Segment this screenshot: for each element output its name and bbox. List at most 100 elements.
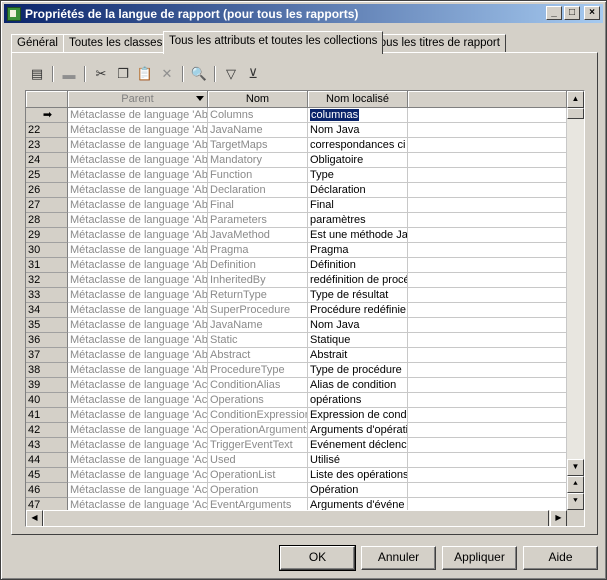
cell-name: Operation xyxy=(208,483,308,498)
scroll-left-icon[interactable]: ◀ xyxy=(26,510,43,526)
delete-icon[interactable]: ✕ xyxy=(156,63,178,85)
scroll-down-icon[interactable]: ▼ xyxy=(567,459,584,476)
table-row[interactable]: 37 Métaclasse de language 'Ab Abstract Abst… xyxy=(26,348,567,363)
cell-localized-name[interactable]: Opération xyxy=(308,483,408,498)
table-row[interactable]: 40 Métaclasse de language 'Ac Operations op… xyxy=(26,393,567,408)
table-row[interactable]: 34 Métaclasse de language 'Ab SuperProcedu… xyxy=(26,303,567,318)
cell-name: OperationList xyxy=(208,468,308,483)
cell-localized-name[interactable]: Définition xyxy=(308,258,408,273)
add-row-icon[interactable]: ▬ xyxy=(58,63,80,85)
horizontal-scroll-thumb[interactable] xyxy=(43,510,549,526)
properties-icon[interactable]: ▤ xyxy=(26,63,48,85)
cell-localized-name[interactable]: Final xyxy=(308,198,408,213)
scroll-page-up-icon[interactable]: ⯅ xyxy=(567,476,584,493)
cell-parent: Métaclasse de language 'Ab xyxy=(68,333,208,348)
table-row[interactable]: 43 Métaclasse de language 'Ac TriggerEvent… xyxy=(26,438,567,453)
cell-localized-name[interactable]: redéfinition de procé xyxy=(308,273,408,288)
cell-localized-name[interactable]: Nom Java xyxy=(308,318,408,333)
table-row[interactable]: 41 Métaclasse de language 'Ac ConditionExp… xyxy=(26,408,567,423)
copy-icon[interactable]: ❐ xyxy=(112,63,134,85)
cut-icon[interactable]: ✂ xyxy=(90,63,112,85)
table-row[interactable]: 35 Métaclasse de language 'Ab JavaName Nom … xyxy=(26,318,567,333)
table-row[interactable]: 32 Métaclasse de language 'Ab InheritedBy r… xyxy=(26,273,567,288)
column-header-parent[interactable]: Parent xyxy=(68,91,208,108)
cell-localized-name[interactable]: Statique xyxy=(308,333,408,348)
vertical-scrollbar[interactable]: ▲ ▼ ⯅ ⯆ xyxy=(567,91,584,510)
cell-parent: Métaclasse de language 'Ab xyxy=(68,138,208,153)
cell-localized-name[interactable]: Déclaration xyxy=(308,183,408,198)
cell-localized-name[interactable]: Obligatoire xyxy=(308,153,408,168)
cell-localized-name[interactable]: Evénement déclenc xyxy=(308,438,408,453)
ok-button[interactable]: OK xyxy=(279,545,356,571)
table-row[interactable]: 38 Métaclasse de language 'Ab ProcedureTyp… xyxy=(26,363,567,378)
tab-all-report-titles[interactable]: Tous les titres de rapport xyxy=(368,34,506,53)
table-row[interactable]: 33 Métaclasse de language 'Ab ReturnType Ty… xyxy=(26,288,567,303)
column-header-name[interactable]: Nom xyxy=(208,91,308,108)
paste-icon[interactable]: 📋 xyxy=(134,63,156,85)
minimize-button[interactable]: _ xyxy=(546,6,562,20)
column-header-localized-name[interactable]: Nom localisé xyxy=(308,91,408,108)
cancel-button[interactable]: Annuler xyxy=(361,546,436,570)
cell-parent: Métaclasse de language 'Ab xyxy=(68,198,208,213)
cell-name: JavaName xyxy=(208,123,308,138)
find-icon[interactable]: 🔍 xyxy=(188,63,210,85)
table-row[interactable]: ➡ Métaclasse de language 'Ab Columns column… xyxy=(26,108,567,123)
selected-cell-text[interactable]: columnas xyxy=(310,109,360,121)
cell-localized-name[interactable]: Expression de condi xyxy=(308,408,408,423)
cell-localized-name[interactable]: Type xyxy=(308,168,408,183)
table-row[interactable]: 42 Métaclasse de language 'Ac OperationArg… xyxy=(26,423,567,438)
cell-localized-name[interactable]: opérations xyxy=(308,393,408,408)
table-row[interactable]: 36 Métaclasse de language 'Ab Static Statiq… xyxy=(26,333,567,348)
table-row[interactable]: 27 Métaclasse de language 'Ab Final Final xyxy=(26,198,567,213)
scroll-page-down-icon[interactable]: ⯆ xyxy=(567,493,584,510)
clear-filter-icon[interactable]: ⊻ xyxy=(242,63,264,85)
table-row[interactable]: 26 Métaclasse de language 'Ab Declaration D… xyxy=(26,183,567,198)
cell-localized-name[interactable]: correspondances ci xyxy=(308,138,408,153)
scroll-up-icon[interactable]: ▲ xyxy=(567,91,584,108)
attributes-grid[interactable]: Parent Nom Nom localisé ➡ Métaclasse de l… xyxy=(25,90,585,527)
close-button[interactable]: × xyxy=(584,6,600,20)
scroll-right-icon[interactable]: ▶ xyxy=(550,510,567,526)
cell-localized-name[interactable]: Liste des opérations xyxy=(308,468,408,483)
table-row[interactable]: 24 Métaclasse de language 'Ab Mandatory Obl… xyxy=(26,153,567,168)
tab-all-attributes-collections[interactable]: Tous les attributs et toutes les collect… xyxy=(163,31,384,54)
table-row[interactable]: 31 Métaclasse de language 'Ab Definition Dé… xyxy=(26,258,567,273)
vertical-scroll-thumb[interactable] xyxy=(567,108,584,119)
cell-localized-name[interactable]: paramètres xyxy=(308,213,408,228)
help-button[interactable]: Aide xyxy=(523,546,598,570)
cell-localized-name[interactable]: columnas xyxy=(308,108,408,123)
cell-localized-name[interactable]: Alias de condition xyxy=(308,378,408,393)
cell-localized-name[interactable]: Type de procédure xyxy=(308,363,408,378)
table-row[interactable]: 30 Métaclasse de language 'Ab Pragma Pragma xyxy=(26,243,567,258)
cell-empty xyxy=(408,168,567,183)
table-row[interactable]: 45 Métaclasse de language 'Ac OperationLis… xyxy=(26,468,567,483)
cell-localized-name[interactable]: Pragma xyxy=(308,243,408,258)
cell-localized-name[interactable]: Nom Java xyxy=(308,123,408,138)
title-bar[interactable]: Propriétés de la langue de rapport (pour… xyxy=(4,4,603,23)
tab-general[interactable]: Général xyxy=(11,34,64,53)
cell-localized-name[interactable]: Est une méthode Ja xyxy=(308,228,408,243)
table-row[interactable]: 46 Métaclasse de language 'Ac Operation Opé… xyxy=(26,483,567,498)
maximize-button[interactable]: □ xyxy=(564,6,580,20)
table-row[interactable]: 29 Métaclasse de language 'Ab JavaMethod Es… xyxy=(26,228,567,243)
apply-button[interactable]: Appliquer xyxy=(442,546,517,570)
cell-empty xyxy=(408,438,567,453)
horizontal-scrollbar[interactable]: ◀ ▶ xyxy=(26,510,567,526)
table-row[interactable]: 39 Métaclasse de language 'Ac ConditionAli… xyxy=(26,378,567,393)
row-number: 46 xyxy=(26,483,68,498)
filter-icon[interactable]: ▽ xyxy=(220,63,242,85)
table-row[interactable]: 22 Métaclasse de language 'Ab JavaName Nom … xyxy=(26,123,567,138)
tab-all-classes[interactable]: Toutes les classes xyxy=(63,34,169,53)
cell-localized-name[interactable]: Type de résultat xyxy=(308,288,408,303)
table-row[interactable]: 28 Métaclasse de language 'Ab Parameters pa… xyxy=(26,213,567,228)
table-row[interactable]: 25 Métaclasse de language 'Ab Function Type xyxy=(26,168,567,183)
table-row[interactable]: 23 Métaclasse de language 'Ab TargetMaps co… xyxy=(26,138,567,153)
current-row-arrow-icon: ➡ xyxy=(26,108,68,123)
cell-empty xyxy=(408,183,567,198)
table-row[interactable]: 44 Métaclasse de language 'Ac Used Utilisé xyxy=(26,453,567,468)
cell-localized-name[interactable]: Procédure redéfinie xyxy=(308,303,408,318)
sort-dropdown-icon[interactable] xyxy=(196,96,204,101)
cell-localized-name[interactable]: Abstrait xyxy=(308,348,408,363)
cell-localized-name[interactable]: Utilisé xyxy=(308,453,408,468)
cell-localized-name[interactable]: Arguments d'opérati xyxy=(308,423,408,438)
